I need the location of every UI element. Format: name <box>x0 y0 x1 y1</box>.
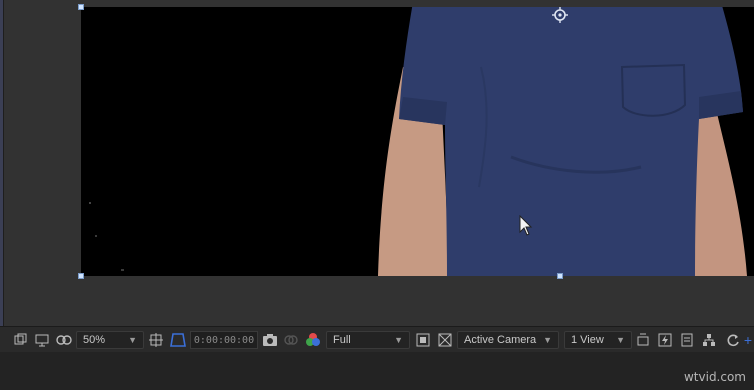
resolution-value: Full <box>333 334 351 346</box>
mouse-cursor-icon <box>519 215 533 236</box>
matte-noise <box>95 235 97 237</box>
toggle-transparency-grid-icon[interactable] <box>436 331 454 349</box>
layer-handle-bottom-left[interactable] <box>78 273 84 279</box>
region-of-interest-icon[interactable] <box>147 331 165 349</box>
reset-exposure-icon[interactable] <box>724 331 742 349</box>
mask-visibility-icon[interactable] <box>55 331 73 349</box>
matte-noise <box>89 202 91 204</box>
transparency-grid-icon[interactable] <box>169 331 187 349</box>
toggle-pixel-aspect-icon[interactable] <box>634 331 652 349</box>
bottom-panel: wtvid.com <box>0 352 754 390</box>
viewer-toolbar: 50% ▼ 0:00:00:00 Full ▼ Active Camera ▼ … <box>0 326 754 352</box>
channels-rgb-icon[interactable] <box>304 331 322 349</box>
app-window: 50% ▼ 0:00:00:00 Full ▼ Active Camera ▼ … <box>0 0 754 390</box>
show-snapshot-icon[interactable] <box>282 331 300 349</box>
layer-handle-top-left[interactable] <box>78 4 84 10</box>
layer-handle-bottom-center[interactable] <box>557 273 563 279</box>
chevron-down-icon: ▼ <box>616 335 625 345</box>
zoom-value: 50% <box>83 334 106 346</box>
timeline-icon[interactable] <box>678 331 696 349</box>
always-preview-icon[interactable] <box>12 331 30 349</box>
camera-view-value: Active Camera <box>464 334 537 346</box>
current-time-display[interactable]: 0:00:00:00 <box>190 331 258 349</box>
chevron-down-icon: ▼ <box>394 335 403 345</box>
add-icon[interactable]: + <box>742 331 754 349</box>
camera-view-dropdown[interactable]: Active Camera ▼ <box>457 331 559 349</box>
monitor-icon[interactable] <box>33 331 51 349</box>
composition-viewer[interactable] <box>4 0 754 326</box>
zoom-dropdown[interactable]: 50% ▼ <box>76 331 144 349</box>
snapshot-camera-icon[interactable] <box>261 331 279 349</box>
tshirt <box>399 7 743 276</box>
watermark-text: wtvid.com <box>683 370 746 384</box>
composition-canvas[interactable] <box>81 7 754 276</box>
matte-noise <box>121 269 124 271</box>
fast-preview-bolt-icon[interactable] <box>656 331 674 349</box>
timecode-value: 0:00:00:00 <box>193 334 255 346</box>
fast-previews-icon[interactable] <box>414 331 432 349</box>
footage-person-tshirt <box>89 7 747 276</box>
view-layout-value: 1 View <box>571 334 604 346</box>
anchor-point-icon[interactable] <box>549 7 571 29</box>
chevron-down-icon: ▼ <box>543 335 552 345</box>
view-layout-dropdown[interactable]: 1 View ▼ <box>564 331 632 349</box>
resolution-dropdown[interactable]: Full ▼ <box>326 331 410 349</box>
chevron-down-icon: ▼ <box>128 335 137 345</box>
flowchart-icon[interactable] <box>700 331 718 349</box>
